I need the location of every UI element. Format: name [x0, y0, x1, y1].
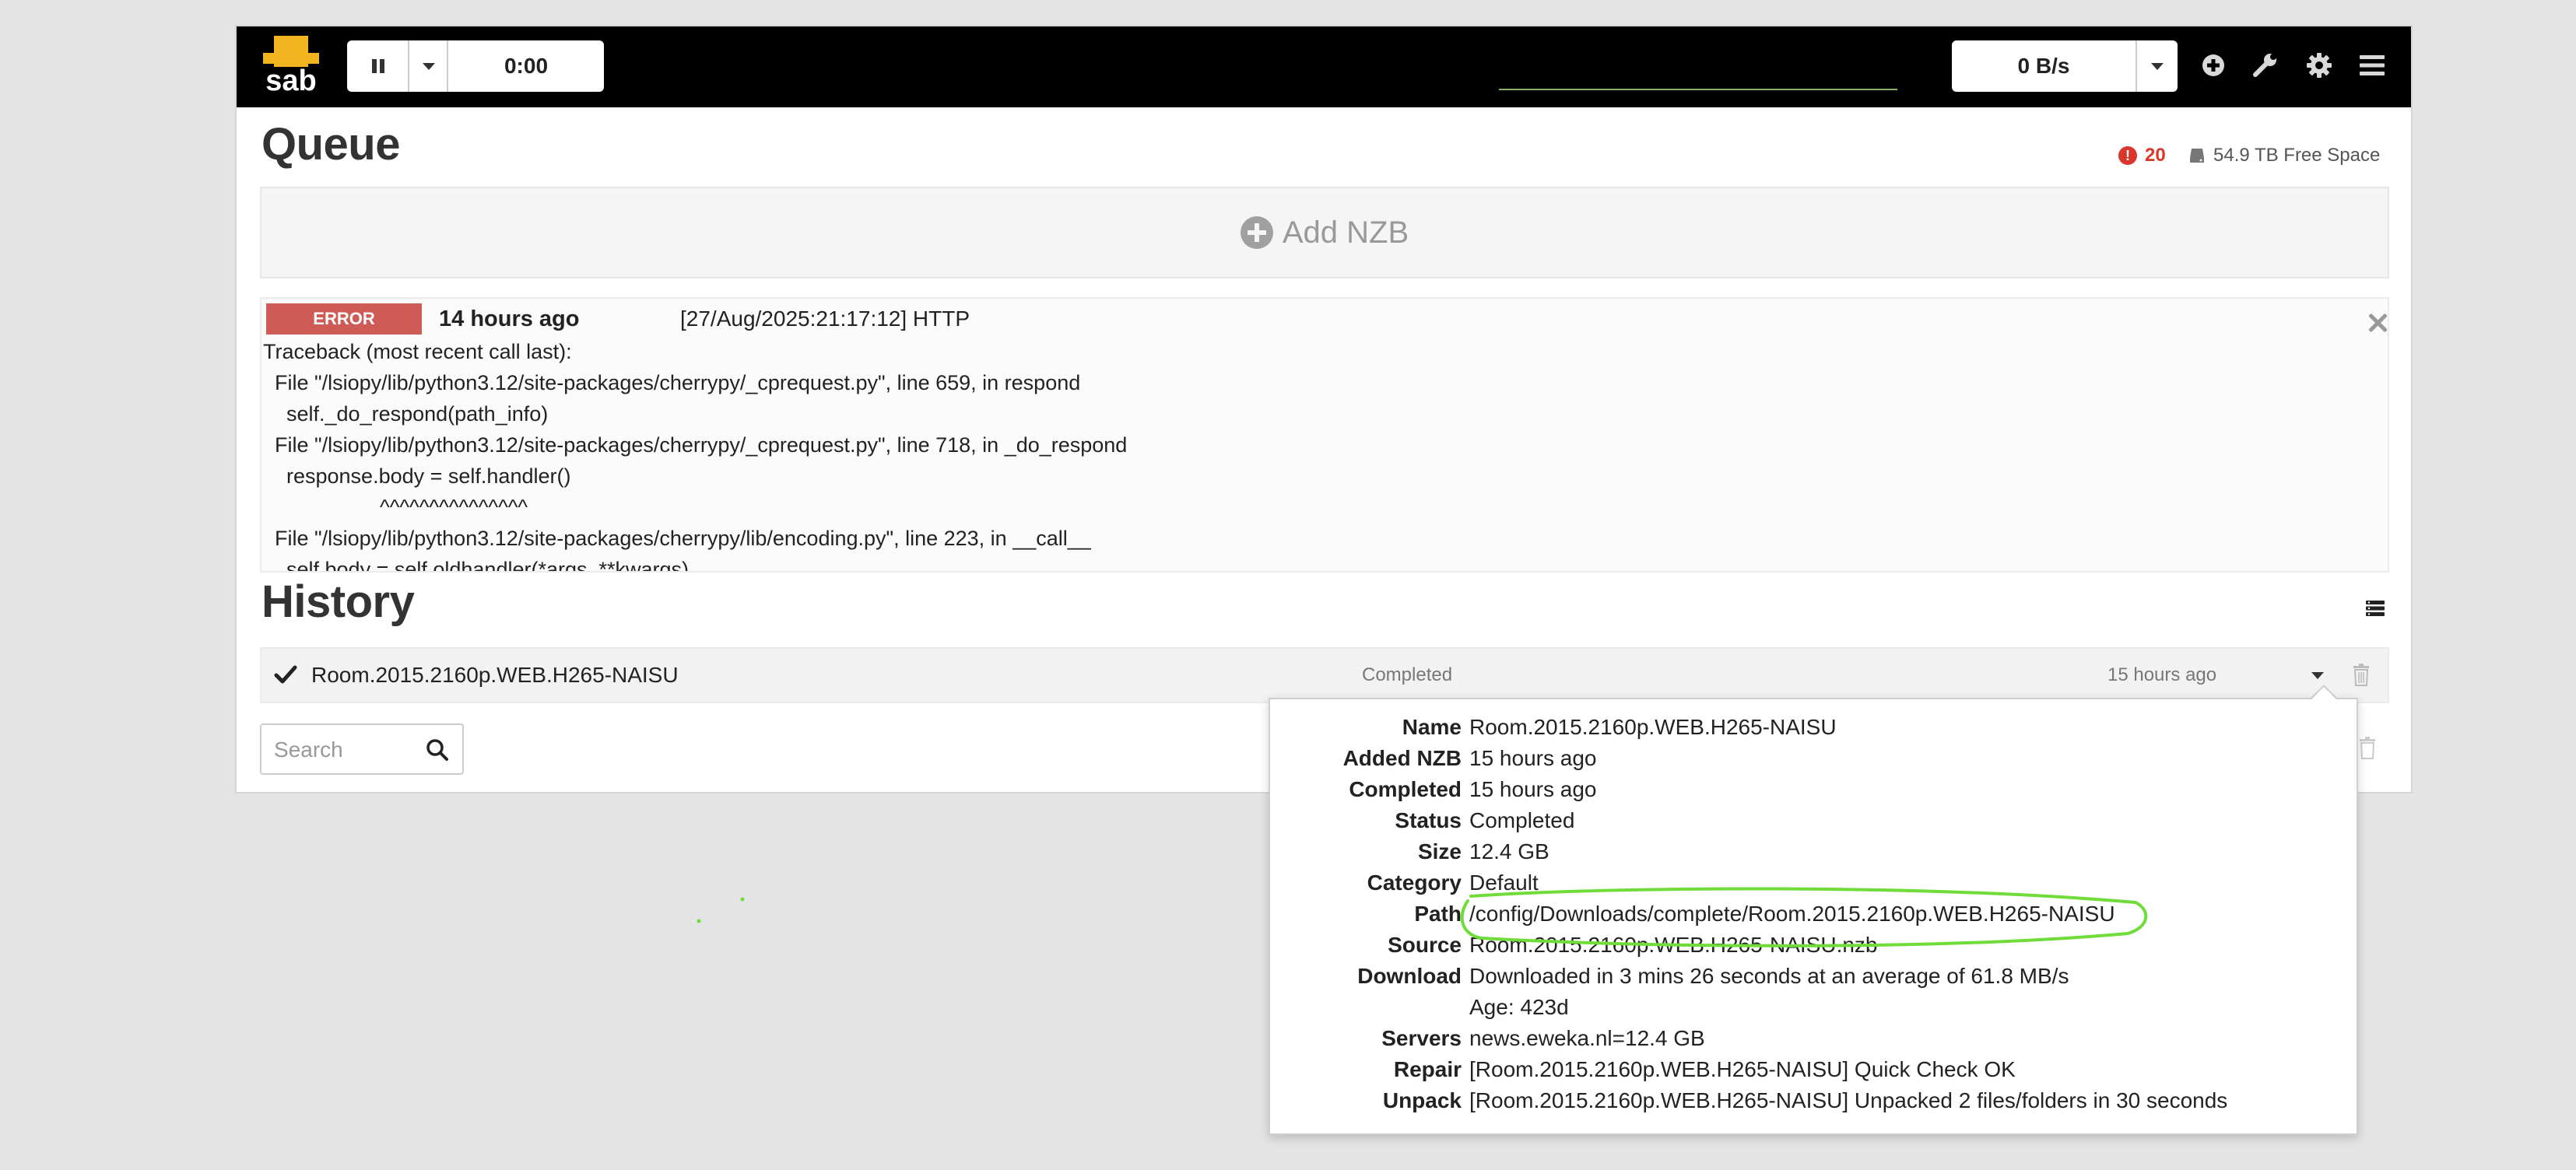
checkmark-icon	[274, 665, 297, 684]
history-search-input[interactable]	[272, 733, 408, 767]
free-space-indicator: 54.9 TB Free Space	[2188, 140, 2380, 171]
queue-search-field[interactable]	[1499, 89, 1897, 90]
close-icon[interactable]	[2367, 313, 2388, 333]
detail-value: Room.2015.2160p.WEB.H265-NAISU.nzb	[1469, 933, 1878, 957]
detail-row: Servers news.eweka.nl=12.4 GB	[1270, 1023, 2357, 1054]
add-circle-icon[interactable]	[2198, 50, 2229, 81]
detail-label: Repair	[1393, 1057, 1462, 1081]
history-options-icon[interactable]	[2364, 597, 2386, 619]
history-details-popover: Name Room.2015.2160p.WEB.H265-NAISU Added …	[1269, 698, 2358, 1135]
trash-icon[interactable]	[2352, 663, 2371, 686]
detail-label: Name	[1402, 715, 1462, 739]
pause-duration-dropdown[interactable]	[409, 40, 448, 92]
detail-value: Downloaded in 3 mins 26 seconds at an av…	[1469, 964, 2069, 988]
pause-button[interactable]	[347, 40, 409, 92]
history-title: History	[261, 576, 415, 627]
chevron-down-icon	[423, 63, 435, 70]
gear-icon[interactable]	[2304, 50, 2335, 81]
detail-row: Completed 15 hours ago	[1270, 774, 2357, 805]
sabnzbd-window: sab 0:00 0 B/s Queue ! 20 54.9 TB Free S…	[235, 25, 2413, 793]
detail-value: [Room.2015.2160p.WEB.H265-NAISU] Quick C…	[1469, 1057, 2016, 1081]
detail-row: Source Room.2015.2160p.WEB.H265-NAISU.nzb	[1270, 930, 2357, 961]
top-navbar: sab 0:00 0 B/s	[237, 26, 2411, 107]
warnings-indicator[interactable]: ! 20	[2118, 140, 2166, 171]
queue-title: Queue	[261, 119, 401, 170]
history-item-status: Completed	[1362, 664, 1453, 685]
detail-value: news.eweka.nl=12.4 GB	[1469, 1026, 1705, 1050]
history-search-box[interactable]	[260, 723, 464, 775]
detail-label: Servers	[1381, 1026, 1462, 1050]
error-badge: ERROR	[266, 303, 422, 335]
detail-label: Added NZB	[1342, 746, 1462, 770]
detail-label: Download	[1357, 964, 1462, 988]
warning-icon: !	[2118, 146, 2137, 165]
plus-circle-icon	[1240, 216, 1273, 249]
annotation-dots	[697, 897, 745, 923]
detail-value: 15 hours ago	[1469, 777, 1597, 801]
logo-text: sab	[265, 65, 316, 96]
detail-row: Status Completed	[1270, 805, 2357, 836]
detail-row: Unpack [Room.2015.2160p.WEB.H265-NAISU] U…	[1270, 1085, 2357, 1116]
detail-row: Age: 423d	[1270, 992, 2357, 1023]
warning-count: 20	[2145, 145, 2166, 166]
detail-label: Unpack	[1382, 1088, 1462, 1112]
popover-arrow	[2311, 687, 2336, 699]
detail-row: Category Default	[1270, 867, 2357, 899]
detail-value: 12.4 GB	[1469, 839, 1549, 863]
detail-label: Completed	[1349, 777, 1462, 801]
chevron-down-icon	[2151, 63, 2164, 70]
sab-logo[interactable]: sab	[263, 36, 319, 96]
detail-row: Repair [Room.2015.2160p.WEB.H265-NAISU] Q…	[1270, 1054, 2357, 1085]
speed-limit-display[interactable]: 0 B/s	[1952, 40, 2137, 92]
detail-value: [Room.2015.2160p.WEB.H265-NAISU] Unpacke…	[1469, 1088, 2228, 1112]
error-traceback: Traceback (most recent call last): File …	[263, 340, 1128, 573]
detail-label: Category	[1367, 870, 1462, 895]
add-nzb-label: Add NZB	[1282, 215, 1409, 250]
detail-row: Size 12.4 GB	[1270, 836, 2357, 867]
detail-value: Completed	[1469, 808, 1575, 832]
detail-value: Room.2015.2160p.WEB.H265-NAISU	[1469, 715, 1837, 739]
detail-row: Added NZB 15 hours ago	[1270, 743, 2357, 774]
detail-value: Age: 423d	[1469, 995, 1569, 1019]
history-item-name: Room.2015.2160p.WEB.H265-NAISU	[311, 663, 679, 687]
free-space-text: 54.9 TB Free Space	[2213, 145, 2381, 166]
add-nzb-button[interactable]: Add NZB	[260, 187, 2389, 278]
detail-label: Source	[1388, 933, 1462, 957]
trash-icon[interactable]	[2358, 736, 2377, 759]
history-item-time: 15 hours ago	[2107, 664, 2217, 685]
pause-timer: 0:00	[448, 40, 604, 92]
error-age: 14 hours ago	[439, 307, 580, 331]
error-message-panel: ERROR 14 hours ago [27/Aug/2025:21:17:12…	[260, 297, 2389, 573]
hard-drive-icon	[2190, 149, 2204, 163]
hamburger-menu-icon[interactable]	[2357, 50, 2388, 81]
error-header: [27/Aug/2025:21:17:12] HTTP	[680, 307, 970, 331]
detail-value: Default	[1469, 870, 1539, 895]
detail-label: Path	[1414, 902, 1462, 926]
chevron-down-icon[interactable]	[2311, 672, 2324, 679]
detail-row: Download Downloaded in 3 mins 26 seconds …	[1270, 961, 2357, 992]
speed-limit-dropdown[interactable]	[2137, 40, 2178, 92]
detail-row: Name Room.2015.2160p.WEB.H265-NAISU	[1270, 712, 2357, 743]
detail-value: /config/Downloads/complete/Room.2015.216…	[1469, 902, 2115, 926]
detail-row: Path/config/Downloads/complete/Room.2015…	[1270, 899, 2357, 930]
wrench-icon[interactable]	[2251, 50, 2282, 81]
detail-label: Size	[1417, 839, 1462, 863]
pause-icon	[372, 59, 384, 73]
detail-value: 15 hours ago	[1469, 746, 1597, 770]
history-row[interactable]: Room.2015.2160p.WEB.H265-NAISU Completed…	[260, 647, 2389, 703]
search-icon[interactable]	[425, 737, 450, 762]
detail-label: Status	[1395, 808, 1462, 832]
